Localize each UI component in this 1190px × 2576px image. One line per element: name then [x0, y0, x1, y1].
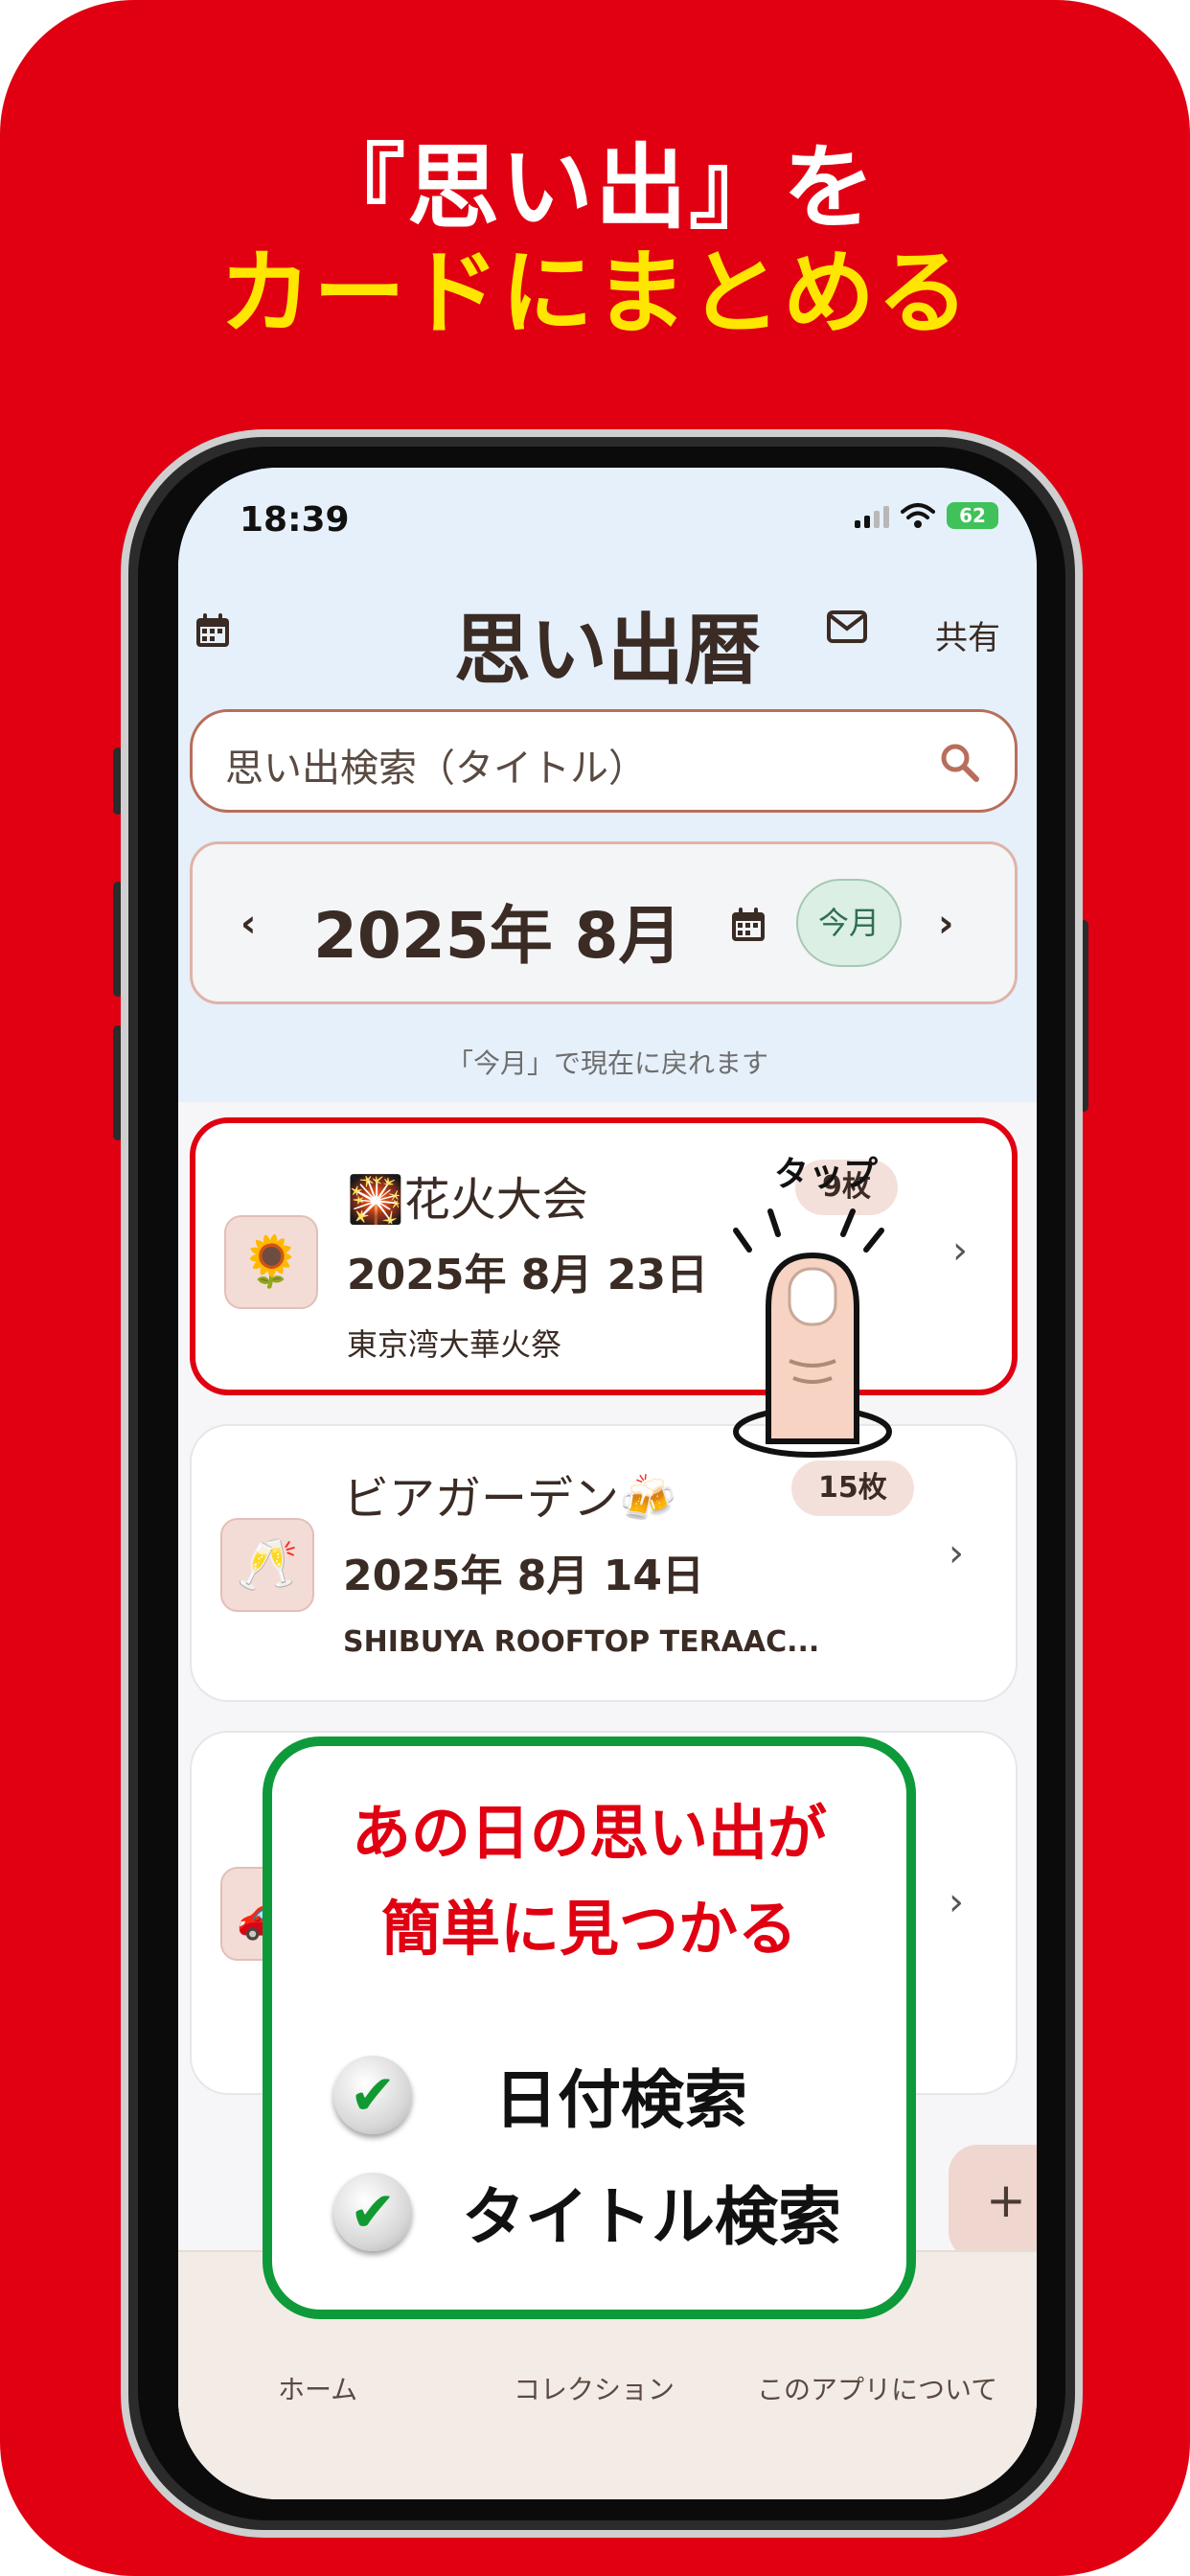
- card-thumbnail: 🥂: [220, 1518, 314, 1612]
- next-month-button[interactable]: ›: [938, 902, 953, 946]
- wifi-icon: [901, 503, 935, 528]
- memory-card[interactable]: 🥂 ビアガーデン🍻 15枚 2025年 8月 14日 SHIBUYA ROOFT…: [190, 1424, 1018, 1702]
- promo-headline-2: カードにまとめる: [219, 240, 971, 347]
- signal-icon: [855, 503, 889, 528]
- callout-line-2: 簡単に見つかる: [380, 1894, 797, 1964]
- callout-line-1: あの日の思い出が: [351, 1798, 827, 1868]
- header-area: 18:39 62 思い出暦 共有 思い出検索（タイトル） ‹ 2025年 8月 …: [178, 468, 1037, 1102]
- nav-bar: 思い出暦 共有: [178, 573, 1037, 695]
- search-icon[interactable]: [938, 741, 980, 783]
- card-thumbnail: 🌻: [224, 1215, 318, 1309]
- feature-date-search-label: 日付検索: [494, 2063, 747, 2137]
- promo-background: 『思い出』を カードにまとめる 18:39 62 思い出暦 共有 思い出検索（タ…: [0, 0, 1190, 2576]
- chevron-right-icon: ›: [949, 1531, 964, 1576]
- tap-label: タップ: [774, 1155, 879, 1194]
- card-place: 東京湾大華火祭: [347, 1326, 562, 1363]
- tap-finger-icon: [733, 1208, 892, 1458]
- chevron-right-icon: ›: [949, 1880, 964, 1924]
- feature-title-search-label: タイトル検索: [462, 2180, 841, 2254]
- tab-collection[interactable]: コレクション: [514, 2369, 675, 2407]
- tab-home[interactable]: ホーム: [278, 2369, 357, 2407]
- card-date: 2025年 8月 23日: [347, 1251, 708, 1300]
- month-calendar-icon[interactable]: [729, 906, 767, 944]
- search-input[interactable]: 思い出検索（タイトル）: [190, 709, 1018, 813]
- feature-item-title-search: ✔ タイトル検索: [333, 2166, 841, 2258]
- status-time: 18:39: [240, 500, 350, 540]
- card-place: SHIBUYA ROOFTOP TERAAC...: [343, 1625, 820, 1659]
- search-placeholder: 思い出検索（タイトル）: [225, 747, 647, 791]
- add-memory-button[interactable]: +: [949, 2145, 1037, 2260]
- checkmark-icon: ✔: [333, 2056, 412, 2134]
- card-date: 2025年 8月 14日: [343, 1552, 704, 1600]
- today-button[interactable]: 今月: [796, 879, 902, 967]
- current-month-label: 2025年 8月: [313, 899, 682, 973]
- battery-icon: 62: [947, 502, 998, 529]
- prev-month-button[interactable]: ‹: [240, 902, 256, 946]
- tab-about[interactable]: このアプリについて: [757, 2369, 997, 2407]
- card-title: 🎇花火大会: [347, 1173, 588, 1227]
- photo-count-badge: 15枚: [791, 1460, 914, 1516]
- month-hint: 「今月」で現在に戻れます: [446, 1047, 768, 1079]
- status-icons: 62: [855, 502, 998, 529]
- share-button[interactable]: 共有: [935, 611, 1000, 658]
- card-title: ビアガーデン🍻: [343, 1472, 676, 1526]
- mail-icon[interactable]: [826, 610, 868, 644]
- feature-callout: あの日の思い出が 簡単に見つかる ✔ 日付検索 ✔ タイトル検索: [263, 1736, 916, 2319]
- checkmark-icon: ✔: [333, 2173, 412, 2251]
- chevron-right-icon: ›: [952, 1229, 968, 1273]
- page-title: 思い出暦: [454, 606, 761, 695]
- month-navigator: ‹ 2025年 8月 今月 ›: [190, 841, 1018, 1004]
- feature-item-date-search: ✔ 日付検索: [333, 2049, 747, 2141]
